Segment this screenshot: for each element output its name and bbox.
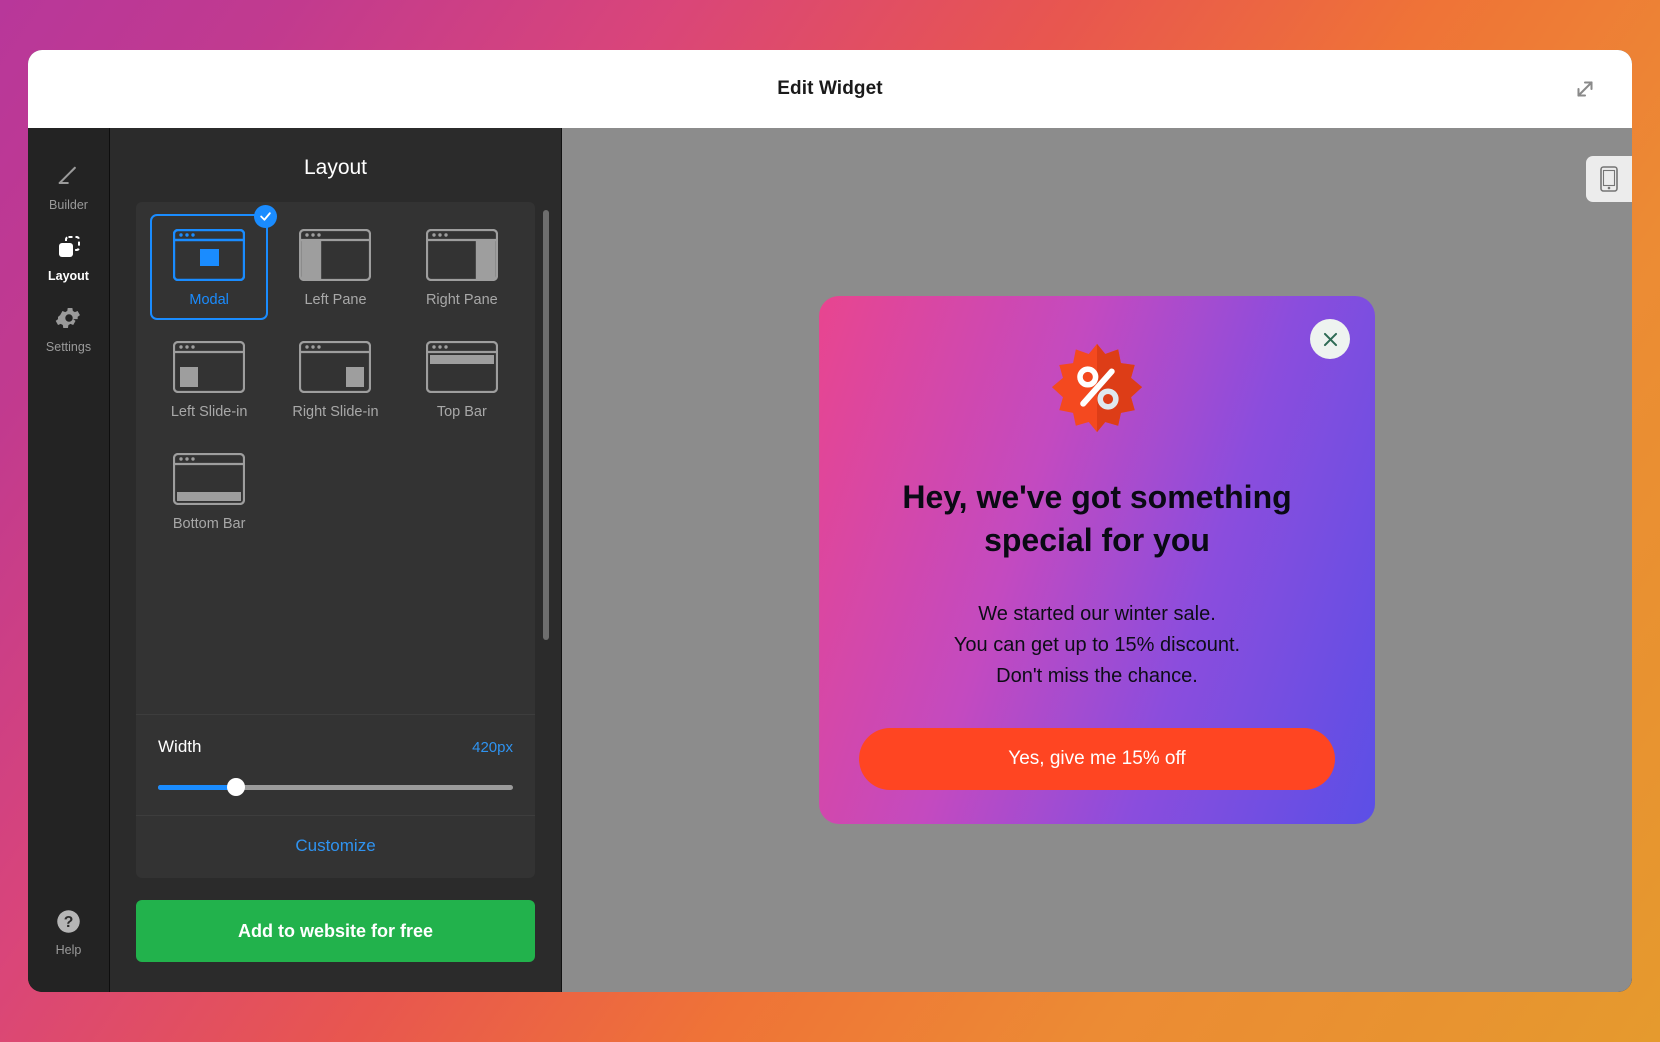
widget-title: Hey, we've got something special for you xyxy=(902,479,1292,558)
sidebar-item-settings[interactable]: Settings xyxy=(33,292,105,363)
layout-option-label: Top Bar xyxy=(436,404,487,420)
edit-widget-window: Edit Widget Builder Layout Settings ? He… xyxy=(28,50,1632,992)
customize-link[interactable]: Customize xyxy=(295,836,375,855)
layout-option-label: Right Pane xyxy=(425,292,498,308)
width-slider[interactable] xyxy=(158,778,513,796)
close-x-icon[interactable] xyxy=(1310,319,1350,359)
question-circle-icon: ? xyxy=(54,906,84,936)
widget-description-line: We started our winter sale. xyxy=(978,603,1216,626)
top-bar-thumb xyxy=(425,340,498,394)
sidebar-item-label: Builder xyxy=(49,198,88,212)
layout-option-right-slide-in[interactable]: Right Slide-in xyxy=(276,326,394,432)
panel-title: Layout xyxy=(303,156,368,179)
layout-square-icon xyxy=(54,232,84,262)
layout-option-left-slide-in[interactable]: Left Slide-in xyxy=(150,326,268,432)
modal-thumb xyxy=(172,228,246,282)
svg-text:?: ? xyxy=(64,914,74,931)
mobile-phone-icon[interactable] xyxy=(1586,156,1632,202)
layout-option-top-bar[interactable]: Top Bar xyxy=(403,326,521,432)
widget-modal-preview: Hey, we've got something special for you… xyxy=(819,296,1375,824)
widget-description: We started our winter sale. You can get … xyxy=(954,599,1240,692)
width-header: Width 420px xyxy=(158,737,513,757)
check-icon xyxy=(254,205,278,228)
slider-thumb[interactable] xyxy=(227,778,246,796)
add-to-website-container: Add to website for free xyxy=(110,878,561,992)
layout-option-bottom-bar[interactable]: Bottom Bar xyxy=(150,438,268,544)
left-pane-thumb xyxy=(299,228,372,282)
layout-option-label: Left Slide-in xyxy=(170,404,248,420)
panel-scroll-area: Modal Left Pane Right Pane Left Slide-in… xyxy=(110,202,561,878)
left-slidein-thumb xyxy=(173,340,246,394)
sidebar-item-layout[interactable]: Layout xyxy=(33,221,105,292)
sidebar-item-label: Layout xyxy=(48,269,89,283)
window-header: Edit Widget xyxy=(28,50,1632,128)
panel-scrollbar[interactable] xyxy=(543,210,549,640)
widget-preview-area: Hey, we've got something special for you… xyxy=(562,128,1632,992)
expand-diagonal-icon[interactable] xyxy=(1568,72,1602,106)
right-pane-thumb xyxy=(425,228,498,282)
widget-description-line: Don't miss the chance. xyxy=(996,665,1198,688)
sidebar-item-label: Settings xyxy=(45,340,92,354)
icon-rail: Builder Layout Settings ? Help xyxy=(28,128,110,992)
sidebar-item-builder[interactable]: Builder xyxy=(33,150,105,221)
layout-option-label: Left Pane xyxy=(304,292,367,308)
layout-options-container: Modal Left Pane Right Pane Left Slide-in… xyxy=(136,202,535,714)
layout-options-grid: Modal Left Pane Right Pane Left Slide-in… xyxy=(146,205,525,544)
layout-option-modal[interactable]: Modal xyxy=(150,205,278,320)
layout-option-right-pane[interactable]: Right Pane xyxy=(403,214,521,320)
sidebar-item-label: Help xyxy=(55,943,82,957)
layout-option-label: Modal xyxy=(189,292,229,308)
width-value: 420px xyxy=(472,739,513,756)
layout-option-label: Right Slide-in xyxy=(292,404,379,420)
add-to-website-button[interactable]: Add to website for free xyxy=(136,900,535,962)
layout-option-left-pane[interactable]: Left Pane xyxy=(276,214,394,320)
page-title: Edit Widget xyxy=(777,78,883,99)
width-control: Width 420px xyxy=(136,714,535,815)
gear-icon xyxy=(54,303,84,333)
width-label: Width xyxy=(158,737,202,756)
widget-cta-button[interactable]: Yes, give me 15% off xyxy=(859,728,1335,790)
layout-settings-panel: Layout Modal Left Pane Right Pane Left S… xyxy=(110,128,562,992)
window-body: Builder Layout Settings ? Help Layout Mo… xyxy=(28,128,1632,992)
layout-option-label: Bottom Bar xyxy=(172,516,246,532)
right-slidein-thumb xyxy=(299,340,372,394)
pencil-icon xyxy=(54,161,84,191)
slider-fill xyxy=(158,784,237,790)
sidebar-item-help[interactable]: ? Help xyxy=(33,895,105,966)
customize-row: Customize xyxy=(136,815,535,878)
panel-card: Modal Left Pane Right Pane Left Slide-in… xyxy=(136,202,535,878)
widget-description-line: You can get up to 15% discount. xyxy=(953,634,1241,657)
bottom-bar-thumb xyxy=(173,452,246,506)
percent-starburst-icon xyxy=(1051,342,1143,434)
